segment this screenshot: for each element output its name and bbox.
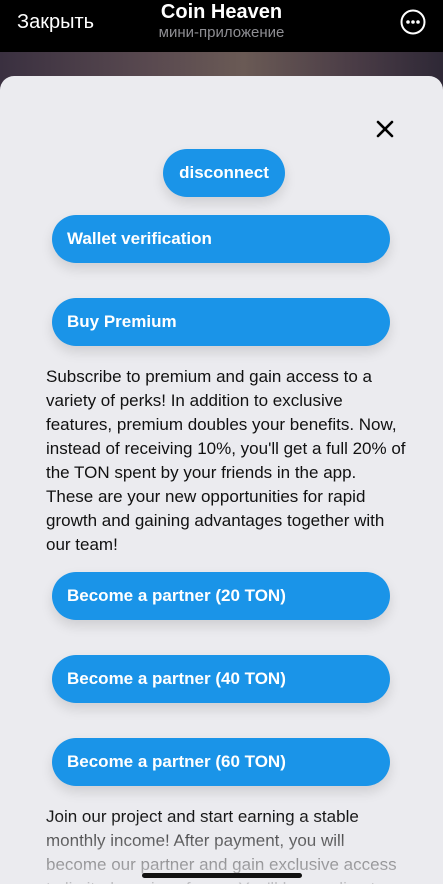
partner-20-button[interactable]: Become a partner (20 TON) [52, 572, 390, 620]
modal-sheet: disconnect Wallet verification Buy Premi… [0, 76, 443, 884]
partner-60-button[interactable]: Become a partner (60 TON) [52, 738, 390, 786]
title-block: Coin Heaven мини-приложение [0, 1, 443, 43]
close-x-icon [376, 120, 394, 138]
more-options-button[interactable] [400, 9, 426, 35]
partner-40-button[interactable]: Become a partner (40 TON) [52, 655, 390, 703]
home-indicator[interactable] [142, 873, 302, 878]
app-title: Coin Heaven [160, 1, 283, 23]
premium-description: Subscribe to premium and gain access to … [46, 367, 406, 554]
wallet-verification-button[interactable]: Wallet verification [52, 215, 390, 263]
buy-premium-button[interactable]: Buy Premium [52, 298, 390, 346]
app-subtitle: мини-приложение [158, 24, 285, 41]
sheet-close-button[interactable] [374, 118, 396, 140]
disconnect-button[interactable]: disconnect [163, 149, 285, 197]
telegram-header: Закрыть Coin Heaven мини-приложение [0, 0, 443, 52]
more-circle-icon [400, 9, 426, 35]
